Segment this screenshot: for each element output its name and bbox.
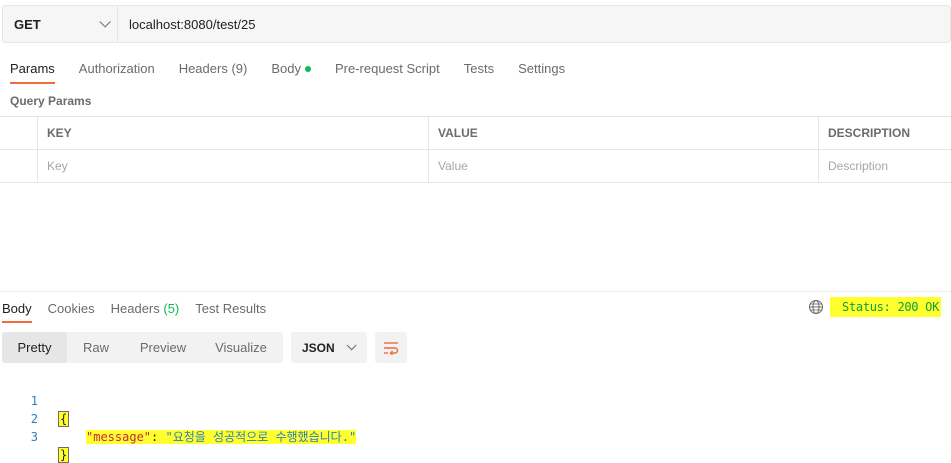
value-input[interactable]: Value bbox=[429, 150, 819, 182]
open-brace: { bbox=[58, 411, 70, 427]
request-tabs: Params Authorization Headers (9) Body Pr… bbox=[10, 52, 589, 84]
response-headers-count: (5) bbox=[163, 301, 180, 316]
row-checkbox-cell bbox=[0, 150, 38, 182]
checkbox-column-header bbox=[0, 117, 38, 149]
response-tab-test-results[interactable]: Test Results bbox=[195, 293, 266, 323]
response-body-code: 1 { 2 "message": "요청을 성공적으로 수행했습니다." 3 } bbox=[0, 374, 357, 463]
headers-count: (9) bbox=[231, 61, 248, 76]
tab-body[interactable]: Body bbox=[271, 52, 311, 84]
tab-authorization[interactable]: Authorization bbox=[79, 52, 155, 84]
json-value: "요청을 성공적으로 수행했습니다." bbox=[165, 430, 357, 444]
chevron-down-icon bbox=[346, 340, 357, 351]
description-input[interactable]: Description bbox=[819, 150, 951, 182]
body-indicator-dot-icon bbox=[304, 65, 311, 72]
column-header-key: KEY bbox=[38, 117, 429, 149]
method-select[interactable]: GET bbox=[3, 6, 118, 42]
tab-pre-request-script[interactable]: Pre-request Script bbox=[335, 52, 440, 84]
query-params-table: KEY VALUE DESCRIPTION Key Value Descript… bbox=[0, 116, 951, 183]
column-header-value: VALUE bbox=[429, 117, 819, 149]
tab-params[interactable]: Params bbox=[10, 52, 55, 84]
view-mode-segmented-control: Pretty Raw Preview Visualize bbox=[2, 332, 283, 363]
json-key: "message" bbox=[86, 430, 152, 444]
format-select[interactable]: JSON bbox=[291, 332, 367, 363]
column-header-description: DESCRIPTION bbox=[828, 126, 911, 140]
line-number: 3 bbox=[30, 430, 38, 444]
request-url-bar: GET localhost:8080/test/25 bbox=[2, 5, 951, 43]
tab-settings[interactable]: Settings bbox=[518, 52, 565, 84]
method-label: GET bbox=[14, 16, 41, 32]
response-divider[interactable] bbox=[0, 291, 951, 292]
response-tab-body[interactable]: Body bbox=[2, 293, 32, 323]
code-line: 1 { bbox=[0, 374, 70, 427]
table-header-row: KEY VALUE DESCRIPTION bbox=[0, 117, 951, 150]
key-input[interactable]: Key bbox=[38, 150, 429, 182]
view-mode-pretty[interactable]: Pretty bbox=[2, 332, 67, 363]
status-badge[interactable]: Status: 200 OK bbox=[830, 297, 941, 317]
response-status-area: Status: 200 OK bbox=[808, 296, 941, 318]
url-input[interactable]: localhost:8080/test/25 bbox=[118, 6, 950, 42]
wrap-lines-button[interactable] bbox=[375, 332, 407, 363]
format-label: JSON bbox=[302, 340, 335, 355]
globe-icon[interactable] bbox=[808, 299, 824, 315]
response-tab-headers[interactable]: Headers (5) bbox=[111, 293, 180, 323]
response-tabs: Body Cookies Headers (5) Test Results bbox=[2, 293, 282, 323]
tab-tests[interactable]: Tests bbox=[464, 52, 494, 84]
url-text: localhost:8080/test/25 bbox=[129, 16, 256, 32]
chevron-down-icon bbox=[99, 16, 111, 28]
wrap-lines-icon bbox=[384, 341, 399, 355]
view-mode-visualize[interactable]: Visualize bbox=[201, 332, 281, 363]
view-mode-raw[interactable]: Raw bbox=[67, 332, 125, 363]
response-tab-cookies[interactable]: Cookies bbox=[48, 293, 95, 323]
query-params-title: Query Params bbox=[10, 94, 92, 108]
view-mode-preview[interactable]: Preview bbox=[125, 332, 201, 363]
table-row: Key Value Description bbox=[0, 150, 951, 183]
code-line: 2 "message": "요청을 성공적으로 수행했습니다." bbox=[0, 392, 357, 444]
json-separator: : bbox=[151, 430, 166, 444]
close-brace: } bbox=[58, 447, 70, 463]
code-line: 3 } bbox=[0, 410, 70, 463]
tab-headers[interactable]: Headers (9) bbox=[179, 52, 248, 84]
